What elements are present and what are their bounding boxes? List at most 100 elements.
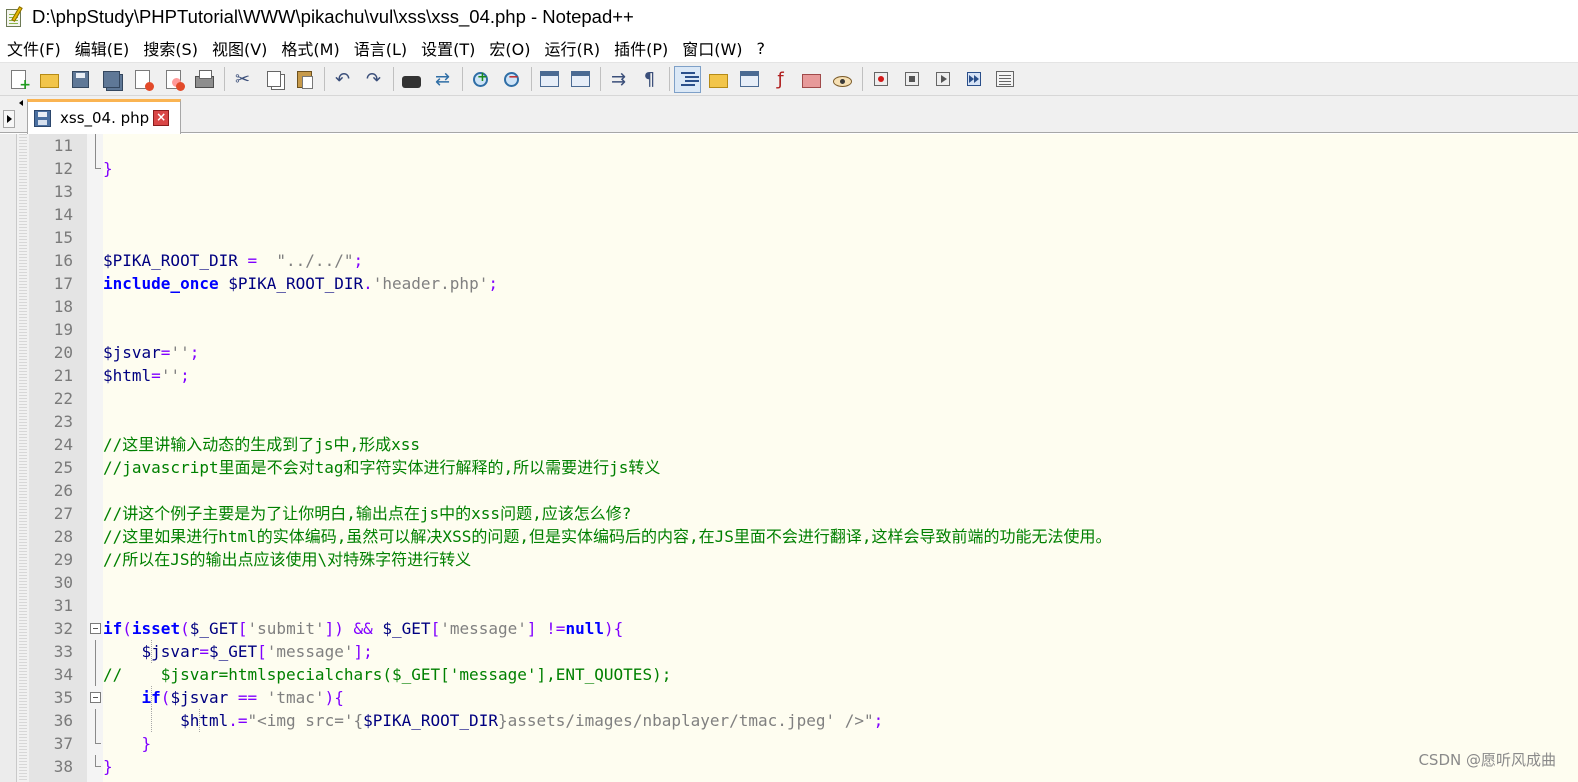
code-token: //讲这个例子主要是为了让你明白,输出点在js中的xss问题,应该怎么修?	[103, 504, 632, 523]
tab-scroll-right-button[interactable]	[3, 110, 15, 128]
code-line[interactable]: 25 //javascript里面是不会对tag和字符实体进行解释的,所以需要进行…	[0, 456, 1578, 479]
code-token: $jsvar	[170, 688, 229, 707]
code-token: 'tmac'	[266, 688, 325, 707]
fold-end-marker	[95, 732, 101, 744]
sync-horizontal-button[interactable]	[567, 66, 594, 93]
code-line[interactable]: 23	[0, 410, 1578, 433]
toolbar-separator	[462, 67, 463, 91]
code-line[interactable]: 22	[0, 387, 1578, 410]
code-line[interactable]: 21 $html='';	[0, 364, 1578, 387]
save-macro-icon	[995, 71, 1014, 87]
stop-macro-button[interactable]	[898, 66, 925, 93]
code-line[interactable]: 35 if($jsvar == 'tmac'){	[0, 686, 1578, 709]
close-all-button[interactable]	[160, 66, 187, 93]
code-line[interactable]: 15	[0, 226, 1578, 249]
folder-workspace-button[interactable]	[798, 66, 825, 93]
save-button[interactable]	[67, 66, 94, 93]
code-text: }	[103, 732, 152, 755]
code-line[interactable]: 34 // $jsvar=htmlspecialchars($_GET['mess…	[0, 663, 1578, 686]
language-button[interactable]	[705, 66, 732, 93]
code-token: }assets/images/nbaplayer/tmac.jpeg' />"	[497, 711, 874, 730]
undo-button[interactable]: ↶	[329, 66, 356, 93]
copy-button[interactable]	[260, 66, 287, 93]
code-line[interactable]: 14	[0, 203, 1578, 226]
fold-toggle-icon[interactable]	[90, 623, 101, 634]
menu-macro[interactable]: 宏(O)	[489, 36, 530, 60]
tab-xss-04-php[interactable]: xss_04. php ×	[27, 99, 181, 134]
code-line[interactable]: 36 $html.="<img src='{$PIKA_ROOT_DIR}ass…	[0, 709, 1578, 732]
menu-edit[interactable]: 编辑(E)	[75, 36, 130, 60]
sync-vertical-button[interactable]	[536, 66, 563, 93]
code-line[interactable]: 24 //这里讲输入动态的生成到了js中,形成xss	[0, 433, 1578, 456]
save-macro-button[interactable]	[991, 66, 1018, 93]
save-all-button[interactable]	[98, 66, 125, 93]
play-macro-button[interactable]	[929, 66, 956, 93]
show-all-chars-button[interactable]: ¶	[636, 66, 663, 93]
code-token: //这里如果进行html的实体编码,虽然可以解决XSS的问题,但是实体编码后的内…	[103, 527, 1112, 546]
play-macro-icon	[935, 72, 950, 86]
code-token: =	[151, 366, 161, 385]
toolbar-separator	[531, 67, 532, 91]
indent-guide-button[interactable]	[674, 65, 701, 93]
close-button[interactable]	[129, 66, 156, 93]
menu-plugins[interactable]: 插件(P)	[614, 36, 668, 60]
print-icon	[195, 69, 214, 88]
menu-format[interactable]: 格式(M)	[281, 36, 339, 60]
tab-scroll-left-icon[interactable]	[19, 100, 25, 106]
menu-language[interactable]: 语言(L)	[354, 36, 407, 60]
code-token: $jsvar	[103, 343, 161, 362]
code-line[interactable]: 19	[0, 318, 1578, 341]
menu-run[interactable]: 运行(R)	[544, 36, 600, 60]
code-line[interactable]: 12}	[0, 157, 1578, 180]
monitoring-button[interactable]	[829, 66, 856, 93]
record-macro-button[interactable]	[867, 66, 894, 93]
code-line[interactable]: 38}	[0, 755, 1578, 778]
code-line[interactable]: 18	[0, 295, 1578, 318]
zoom-out-button[interactable]	[498, 66, 525, 93]
redo-button[interactable]: ↷	[360, 66, 387, 93]
code-line[interactable]: 31	[0, 594, 1578, 617]
menu-help[interactable]: ?	[757, 39, 766, 58]
menu-search[interactable]: 搜索(S)	[143, 36, 198, 60]
new-file-button[interactable]	[5, 66, 32, 93]
open-file-button[interactable]	[36, 66, 63, 93]
menu-file[interactable]: 文件(F)	[7, 36, 61, 60]
run-macro-multiple-button[interactable]	[960, 66, 987, 93]
code-line[interactable]: 30	[0, 571, 1578, 594]
menu-window[interactable]: 窗口(W)	[682, 36, 742, 60]
cut-button[interactable]: ✂	[229, 66, 256, 93]
find-button[interactable]	[398, 66, 425, 93]
code-line[interactable]: 17 include_once $PIKA_ROOT_DIR.'header.ph…	[0, 272, 1578, 295]
line-number: 22	[53, 389, 73, 408]
code-editor[interactable]: 11 12} 13 14 15 16 $PIKA_ROOT_DIR = "../../"; 1…	[0, 134, 1578, 782]
fold-toggle-icon[interactable]	[90, 692, 101, 703]
code-line[interactable]: 26	[0, 479, 1578, 502]
code-line[interactable]: 20 $jsvar='';	[0, 341, 1578, 364]
code-line[interactable]: 11	[0, 134, 1578, 157]
function-list-button[interactable]: ƒ	[767, 66, 794, 93]
menu-settings[interactable]: 设置(T)	[421, 36, 475, 60]
code-text: }	[103, 755, 113, 778]
code-line[interactable]: 32 if(isset($_GET['submit']) && $_GET['me…	[0, 617, 1578, 640]
replace-button[interactable]: ⇄	[429, 66, 456, 93]
document-map-button[interactable]	[736, 66, 763, 93]
redo-icon: ↷	[365, 68, 382, 90]
code-line[interactable]: 16 $PIKA_ROOT_DIR = "../../";	[0, 249, 1578, 272]
code-line[interactable]: 33 $jsvar=$_GET['message'];	[0, 640, 1578, 663]
zoom-in-button[interactable]	[467, 66, 494, 93]
indent-guide	[151, 640, 152, 663]
code-line[interactable]: 28 //这里如果进行html的实体编码,虽然可以解决XSS的问题,但是实体编码后…	[0, 525, 1578, 548]
code-token: (	[122, 619, 132, 638]
paste-button[interactable]	[291, 66, 318, 93]
toolbar-separator	[600, 67, 601, 91]
copy-icon	[266, 71, 281, 87]
tab-close-icon[interactable]: ×	[153, 110, 170, 126]
code-line[interactable]: 13	[0, 180, 1578, 203]
print-button[interactable]	[191, 66, 218, 93]
code-line[interactable]: 27 //讲这个例子主要是为了让你明白,输出点在js中的xss问题,应该怎么修?	[0, 502, 1578, 525]
menu-view[interactable]: 视图(V)	[212, 36, 267, 60]
code-line[interactable]: 29 //所以在JS的输出点应该使用\对特殊字符进行转义	[0, 548, 1578, 571]
toolbar-separator	[393, 67, 394, 91]
code-line[interactable]: 37 }	[0, 732, 1578, 755]
word-wrap-button[interactable]: ⇉	[605, 66, 632, 93]
